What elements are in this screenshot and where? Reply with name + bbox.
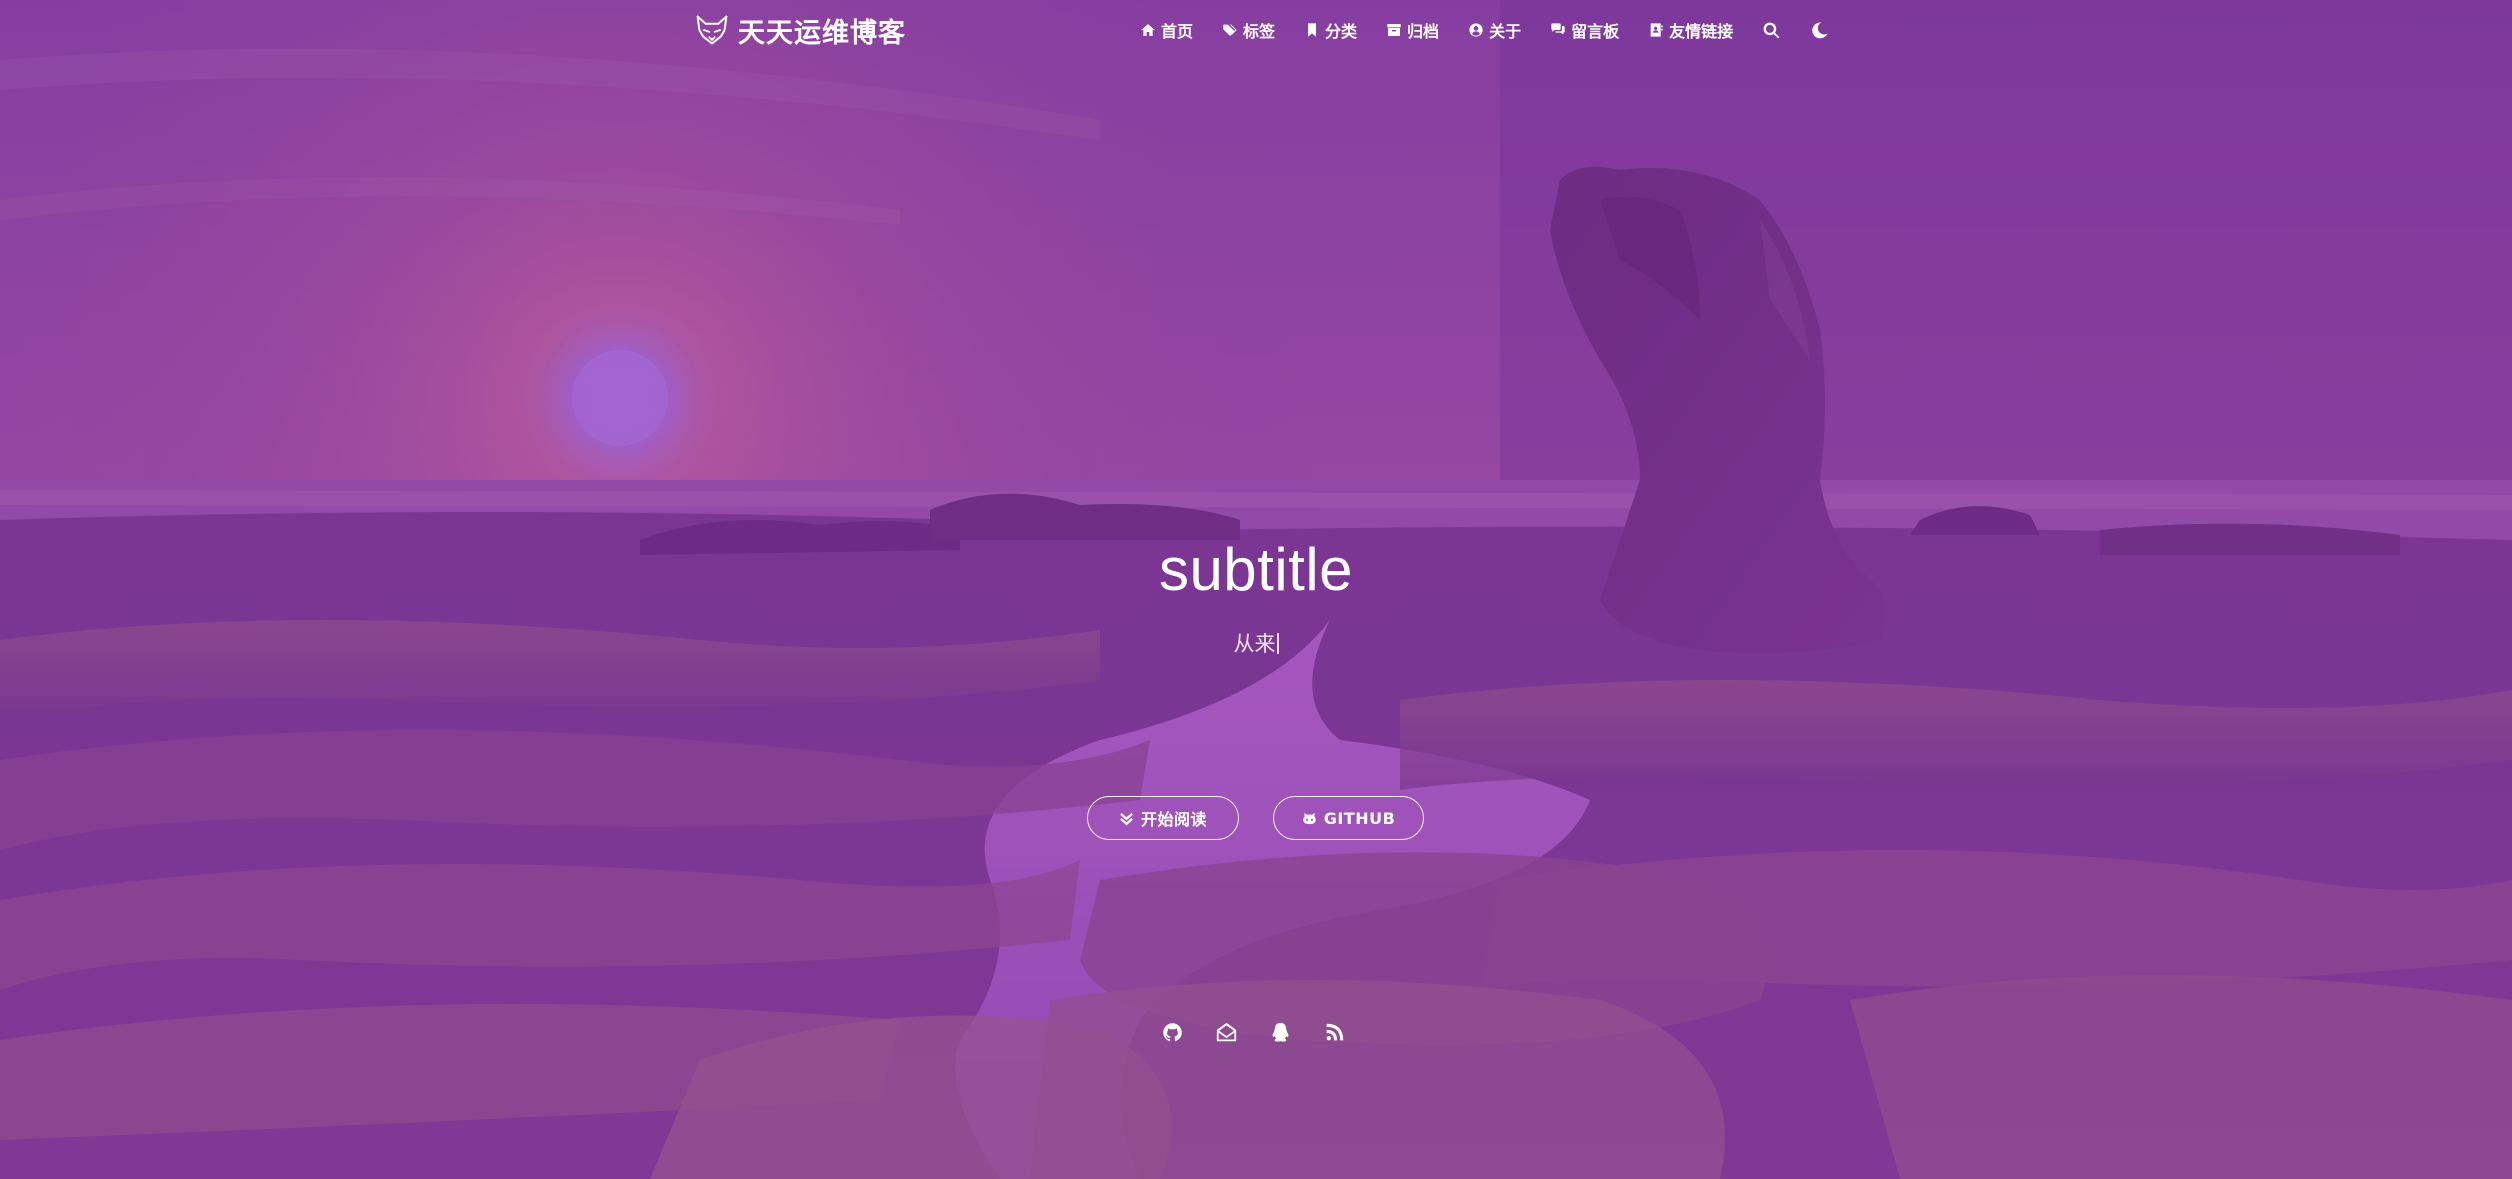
comments-icon (1551, 23, 1565, 35)
home-icon (1141, 24, 1155, 36)
nav-item-label: 分类 (1325, 22, 1358, 41)
search-icon (1763, 22, 1780, 38)
brand-title: 天天运维博客 (738, 17, 906, 49)
search-button[interactable] (1762, 21, 1781, 40)
social-link-rss[interactable] (1323, 1021, 1345, 1043)
nav-item-guestbook[interactable]: 留言板 (1550, 18, 1619, 42)
main-nav: 首页 标签 分类 归档 关于 留言板 友情链接 (1140, 16, 1829, 44)
nav-item-tags[interactable]: 标签 (1222, 18, 1275, 42)
nav-item-categories[interactable]: 分类 (1304, 18, 1357, 42)
nav-item-label: 留言板 (1571, 22, 1620, 41)
archive-icon (1387, 24, 1401, 36)
nav-item-label: 友情链接 (1669, 22, 1734, 41)
start-reading-label: 开始阅读 (1140, 810, 1207, 829)
qq-icon (1272, 1022, 1288, 1042)
theme-toggle-button[interactable] (1810, 21, 1829, 40)
start-reading-button[interactable]: 开始阅读 (1087, 796, 1239, 840)
top-navbar: 天天运维博客 首页 标签 分类 归档 关于 留言板 友情链接 (0, 0, 2512, 60)
nav-item-archive[interactable]: 归档 (1386, 18, 1439, 42)
user-circle-icon (1469, 23, 1483, 37)
github-button-label: GITHUB (1323, 808, 1396, 828)
social-link-github[interactable] (1161, 1021, 1183, 1043)
address-book-icon (1650, 23, 1663, 37)
fox-logo-icon (696, 15, 728, 45)
rss-icon (1326, 1023, 1343, 1040)
nav-item-friend-links[interactable]: 友情链接 (1648, 18, 1733, 42)
github-alt-icon (1302, 812, 1316, 824)
hero-subtitle: 从来 (1106, 628, 1406, 658)
social-link-email[interactable] (1215, 1021, 1237, 1043)
angle-double-down-icon (1120, 812, 1133, 825)
blog-homepage: 天天运维博客 首页 标签 分类 归档 关于 留言板 友情链接 subtitle … (0, 0, 2512, 1179)
envelope-open-icon (1216, 1022, 1236, 1041)
social-link-qq[interactable] (1269, 1021, 1291, 1043)
nav-item-label: 关于 (1489, 22, 1522, 41)
hero-subtitle-text: 从来 (1233, 632, 1276, 656)
github-icon (1162, 1022, 1182, 1041)
moon-icon (1812, 22, 1828, 38)
hero-title: subtitle (1158, 536, 1354, 603)
tags-icon (1223, 24, 1237, 36)
nav-item-about[interactable]: 关于 (1468, 18, 1521, 42)
nav-item-label: 归档 (1407, 22, 1440, 41)
typing-cursor (1276, 633, 1279, 654)
bookmark-icon (1308, 23, 1317, 37)
social-links (1161, 1021, 1345, 1043)
nav-item-label: 标签 (1243, 22, 1276, 41)
brand-link[interactable]: 天天运维博客 (694, 12, 906, 49)
nav-item-home[interactable]: 首页 (1140, 18, 1193, 42)
nav-item-label: 首页 (1161, 22, 1194, 41)
github-button[interactable]: GITHUB (1273, 796, 1424, 840)
